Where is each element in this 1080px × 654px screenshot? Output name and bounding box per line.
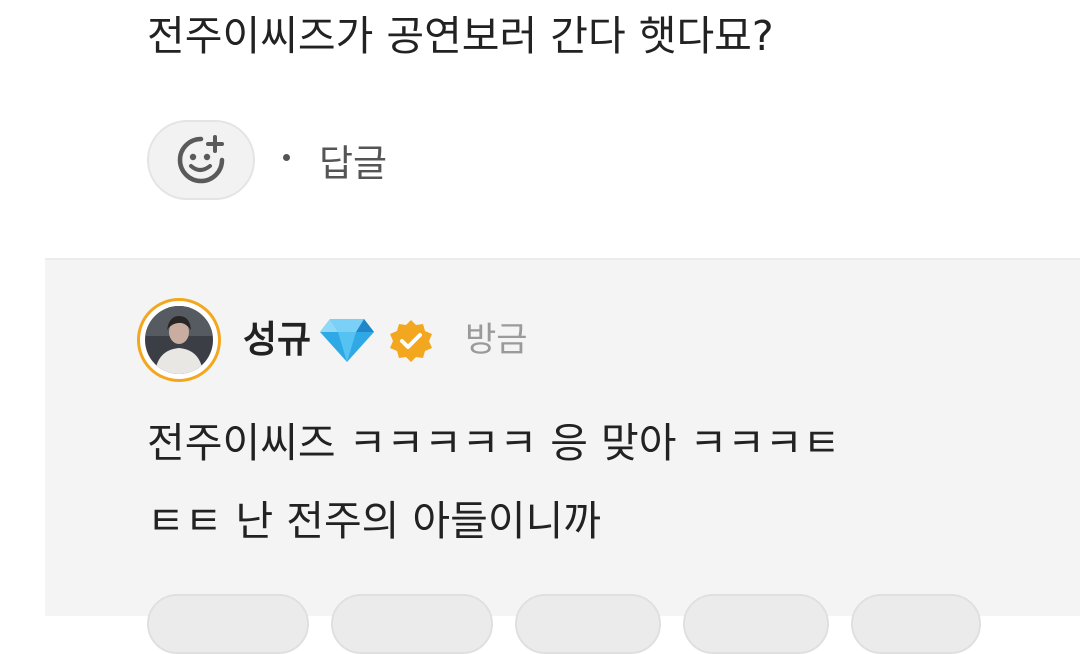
separator-dot	[283, 154, 290, 161]
avatar-photo	[145, 306, 213, 374]
add-reaction-button[interactable]	[147, 120, 255, 200]
reaction-chip[interactable]	[683, 594, 829, 654]
comment-text: 전주이씨즈가 공연보러 간다 햇다묘?	[147, 12, 774, 60]
reply-text-line: ㅌㅌ 난 전주의 아들이니까	[147, 497, 602, 545]
add-emoji-icon	[177, 135, 225, 184]
reaction-chip[interactable]	[147, 594, 309, 654]
reply-author-name[interactable]: 성규	[243, 313, 311, 367]
reaction-chips	[147, 594, 1047, 654]
avatar[interactable]	[137, 298, 221, 382]
comment-item: 전주이씨즈가 공연보러 간다 햇다묘? 답글	[0, 0, 1080, 258]
verified-check-icon	[390, 320, 432, 362]
reply-button[interactable]: 답글	[319, 136, 387, 192]
diamond-icon	[320, 319, 374, 362]
reaction-chip[interactable]	[515, 594, 661, 654]
reply-text-line: 전주이씨즈 ㅋㅋㅋㅋㅋ 응 맞아 ㅋㅋㅋㅌ	[147, 419, 841, 467]
reaction-chip[interactable]	[851, 594, 981, 654]
reaction-chip[interactable]	[331, 594, 493, 654]
reply-text: 전주이씨즈 ㅋㅋㅋㅋㅋ 응 맞아 ㅋㅋㅋㅌ ㅌㅌ 난 전주의 아들이니까	[147, 404, 1027, 560]
reply-timestamp: 방금	[465, 320, 528, 360]
